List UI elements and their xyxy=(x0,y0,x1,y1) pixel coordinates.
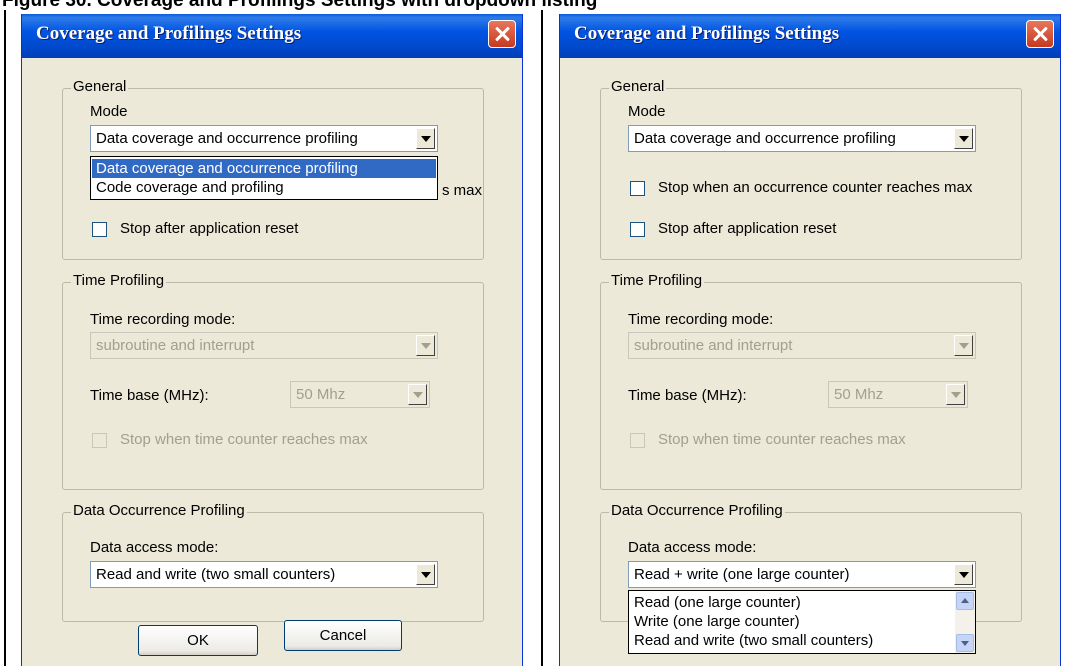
right-data-access-value: Read + write (one large counter) xyxy=(634,566,850,583)
right-mode-value: Data coverage and occurrence profiling xyxy=(634,130,896,147)
cancel-button[interactable]: Cancel xyxy=(284,620,402,651)
right-data-access-label: Data access mode: xyxy=(628,539,757,556)
dropdown-arrow-icon[interactable] xyxy=(408,384,427,405)
scroll-down-icon[interactable] xyxy=(956,634,974,652)
left-time-base-value: 50 Mhz xyxy=(296,386,346,403)
right-stop-reset-label: Stop after application reset xyxy=(658,220,837,237)
left-stop-max-fragment: s max xyxy=(442,182,483,199)
left-time-recording-label: Time recording mode: xyxy=(90,311,236,328)
left-border-line xyxy=(4,10,6,666)
right-dialog-title: Coverage and Profilings Settings xyxy=(574,23,840,44)
left-time-profiling-label: Time Profiling xyxy=(71,272,167,289)
left-mode-select[interactable]: Data coverage and occurrence profiling xyxy=(90,125,438,152)
left-dialog-title: Coverage and Profilings Settings xyxy=(36,23,302,44)
right-stop-time-checkbox[interactable] xyxy=(630,433,645,448)
left-data-access-label: Data access mode: xyxy=(90,539,219,556)
left-mode-label: Mode xyxy=(90,103,128,120)
left-dialog: Coverage and Profilings Settings General… xyxy=(21,14,523,666)
right-time-base-select[interactable]: 50 Mhz xyxy=(828,381,968,408)
left-general-label: General xyxy=(71,78,129,95)
right-access-option-write[interactable]: Write (one large counter) xyxy=(630,612,953,631)
dropdown-arrow-icon[interactable] xyxy=(954,335,973,356)
right-stop-time-label: Stop when time counter reaches max xyxy=(658,431,906,448)
left-data-access-value: Read and write (two small counters) xyxy=(96,566,336,583)
dropdown-arrow-icon[interactable] xyxy=(416,564,435,585)
right-access-option-read[interactable]: Read (one large counter) xyxy=(630,593,953,612)
right-dialog: Coverage and Profilings Settings General… xyxy=(559,14,1061,666)
right-title-bar: Coverage and Profilings Settings xyxy=(560,14,1060,58)
right-data-access-dropdown-list: Read (one large counter) Write (one larg… xyxy=(628,590,976,654)
scroll-up-icon[interactable] xyxy=(956,592,974,610)
dropdown-arrow-icon[interactable] xyxy=(416,128,435,149)
dropdown-scrollbar[interactable] xyxy=(955,591,975,653)
left-mode-option-data[interactable]: Data coverage and occurrence profiling xyxy=(92,159,436,178)
right-access-option-readwrite[interactable]: Read and write (two small counters) xyxy=(630,631,953,650)
right-time-recording-value: subroutine and interrupt xyxy=(634,337,793,354)
right-data-occurrence-label: Data Occurrence Profiling xyxy=(609,502,785,519)
right-time-base-label: Time base (MHz): xyxy=(628,387,747,404)
right-stop-max-label: Stop when an occurrence counter reaches … xyxy=(658,179,973,196)
left-stop-time-checkbox[interactable] xyxy=(92,433,107,448)
middle-border-line xyxy=(541,10,543,666)
dropdown-arrow-icon[interactable] xyxy=(954,128,973,149)
left-mode-option-code[interactable]: Code coverage and profiling xyxy=(92,178,436,197)
left-stop-reset-label: Stop after application reset xyxy=(120,220,299,237)
left-data-occurrence-label: Data Occurrence Profiling xyxy=(71,502,247,519)
left-close-icon[interactable] xyxy=(488,20,516,48)
left-time-base-select[interactable]: 50 Mhz xyxy=(290,381,430,408)
right-time-recording-select[interactable]: subroutine and interrupt xyxy=(628,332,976,359)
left-time-base-label: Time base (MHz): xyxy=(90,387,209,404)
right-close-icon[interactable] xyxy=(1026,20,1054,48)
right-stop-max-checkbox[interactable] xyxy=(630,181,645,196)
dropdown-arrow-icon[interactable] xyxy=(954,564,973,585)
right-time-base-value: 50 Mhz xyxy=(834,386,884,403)
right-data-access-select[interactable]: Read + write (one large counter) xyxy=(628,561,976,588)
right-general-label: General xyxy=(609,78,667,95)
figure-caption: Figure 30. Coverage and Profilings Setti… xyxy=(2,0,598,11)
left-time-recording-value: subroutine and interrupt xyxy=(96,337,255,354)
left-stop-time-label: Stop when time counter reaches max xyxy=(120,431,368,448)
left-mode-dropdown-list: Data coverage and occurrence profiling C… xyxy=(90,156,438,200)
right-mode-select[interactable]: Data coverage and occurrence profiling xyxy=(628,125,976,152)
dropdown-arrow-icon[interactable] xyxy=(946,384,965,405)
left-title-bar: Coverage and Profilings Settings xyxy=(22,14,522,58)
right-mode-label: Mode xyxy=(628,103,666,120)
dropdown-arrow-icon[interactable] xyxy=(416,335,435,356)
left-time-recording-select[interactable]: subroutine and interrupt xyxy=(90,332,438,359)
right-time-recording-label: Time recording mode: xyxy=(628,311,774,328)
left-stop-reset-checkbox[interactable] xyxy=(92,222,107,237)
right-time-profiling-label: Time Profiling xyxy=(609,272,705,289)
left-data-access-select[interactable]: Read and write (two small counters) xyxy=(90,561,438,588)
right-stop-reset-checkbox[interactable] xyxy=(630,222,645,237)
ok-button[interactable]: OK xyxy=(138,625,258,656)
left-mode-value: Data coverage and occurrence profiling xyxy=(96,130,358,147)
